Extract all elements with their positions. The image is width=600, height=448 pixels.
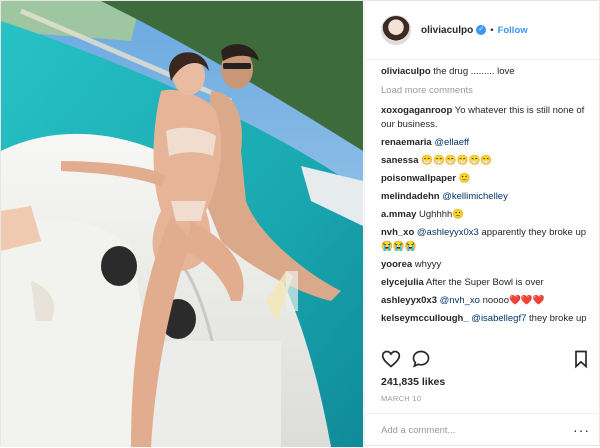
- post-date[interactable]: MARCH 10: [381, 394, 421, 403]
- comment-mention[interactable]: @nvh_xo: [440, 295, 480, 306]
- comment-username[interactable]: yoorea: [381, 259, 412, 270]
- comment-text: 😁😁😁😁😁😁: [421, 155, 493, 166]
- comment-row: yoorea whyyy: [381, 258, 591, 272]
- comment-username[interactable]: poisonwallpaper: [381, 173, 456, 184]
- comment-username[interactable]: elycejulia: [381, 277, 424, 288]
- avatar[interactable]: [381, 15, 411, 45]
- caption-text: the drug ......... love: [433, 66, 515, 77]
- post-sidebar: oliviaculpo ✓ • Follow oliviaculpo the d…: [364, 1, 600, 447]
- likes-count[interactable]: 241,835 likes: [381, 376, 445, 388]
- separator-dot: •: [490, 24, 494, 36]
- heart-icon[interactable]: [381, 349, 401, 369]
- comment-row: ashleyyx0x3 @nvh_xo noooo❤️❤️❤️: [381, 294, 591, 308]
- post-photo[interactable]: [1, 1, 363, 447]
- comment-row: kelseymccullough_ @isabellegf7 they brok…: [381, 312, 591, 326]
- comment-mention[interactable]: @isabellegf7: [471, 313, 526, 324]
- comment-text: whyyy: [414, 259, 442, 270]
- comment-mention[interactable]: @kellimichelley: [442, 191, 508, 202]
- comment-mention[interactable]: @ashleyyx0x3: [417, 227, 479, 238]
- comment-row: nvh_xo @ashleyyx0x3 apparently they brok…: [381, 226, 591, 254]
- follow-button[interactable]: Follow: [498, 25, 528, 36]
- comment-row: xoxogaganroop Yo whatever this is still …: [381, 104, 591, 132]
- comment-text: they broke up: [529, 313, 587, 324]
- caption: oliviaculpo the drug ......... love: [381, 65, 591, 79]
- comment-row: elycejulia After the Super Bowl is over: [381, 276, 591, 290]
- comment-row: a.mmay Ughhhh🙂: [381, 208, 591, 222]
- caption-username[interactable]: oliviaculpo: [381, 66, 431, 77]
- comment-text: Ughhhh🙂: [419, 209, 465, 220]
- comments-list: oliviaculpo the drug ......... love Load…: [381, 65, 591, 330]
- comment-row: sanessa 😁😁😁😁😁😁: [381, 154, 591, 168]
- comment-username[interactable]: renaemaria: [381, 137, 432, 148]
- username[interactable]: oliviaculpo: [421, 25, 473, 36]
- comment-text: noooo❤️❤️❤️: [482, 295, 545, 306]
- comment-icon[interactable]: [411, 349, 431, 369]
- comment-username[interactable]: nvh_xo: [381, 227, 414, 238]
- comment-username[interactable]: a.mmay: [381, 209, 416, 220]
- load-more-comments-button[interactable]: Load more comments: [381, 85, 591, 96]
- comment-username[interactable]: kelseymccullough_: [381, 313, 469, 324]
- comment-username[interactable]: melindadehn: [381, 191, 440, 202]
- comment-row: renaemaria @ellaeff: [381, 136, 591, 150]
- comment-row: poisonwallpaper 🙂: [381, 172, 591, 186]
- comment-username[interactable]: sanessa: [381, 155, 419, 166]
- action-bar: [381, 347, 591, 371]
- verified-badge-icon: ✓: [476, 25, 487, 35]
- add-comment-bar: Add a comment... ···: [365, 413, 600, 448]
- comment-row: melindadehn @kellimichelley: [381, 190, 591, 204]
- post-header: oliviaculpo ✓ • Follow: [365, 1, 600, 60]
- instagram-post: oliviaculpo ✓ • Follow oliviaculpo the d…: [0, 0, 600, 447]
- comment-username[interactable]: ashleyyx0x3: [381, 295, 437, 306]
- comment-text: After the Super Bowl is over: [425, 277, 544, 288]
- add-comment-input[interactable]: Add a comment...: [381, 425, 455, 436]
- more-options-button[interactable]: ···: [573, 422, 590, 438]
- comment-text: 🙂: [458, 173, 471, 184]
- comment-username[interactable]: xoxogaganroop: [381, 105, 452, 116]
- comment-mention[interactable]: @ellaeff: [434, 137, 469, 148]
- bookmark-icon[interactable]: [571, 349, 591, 369]
